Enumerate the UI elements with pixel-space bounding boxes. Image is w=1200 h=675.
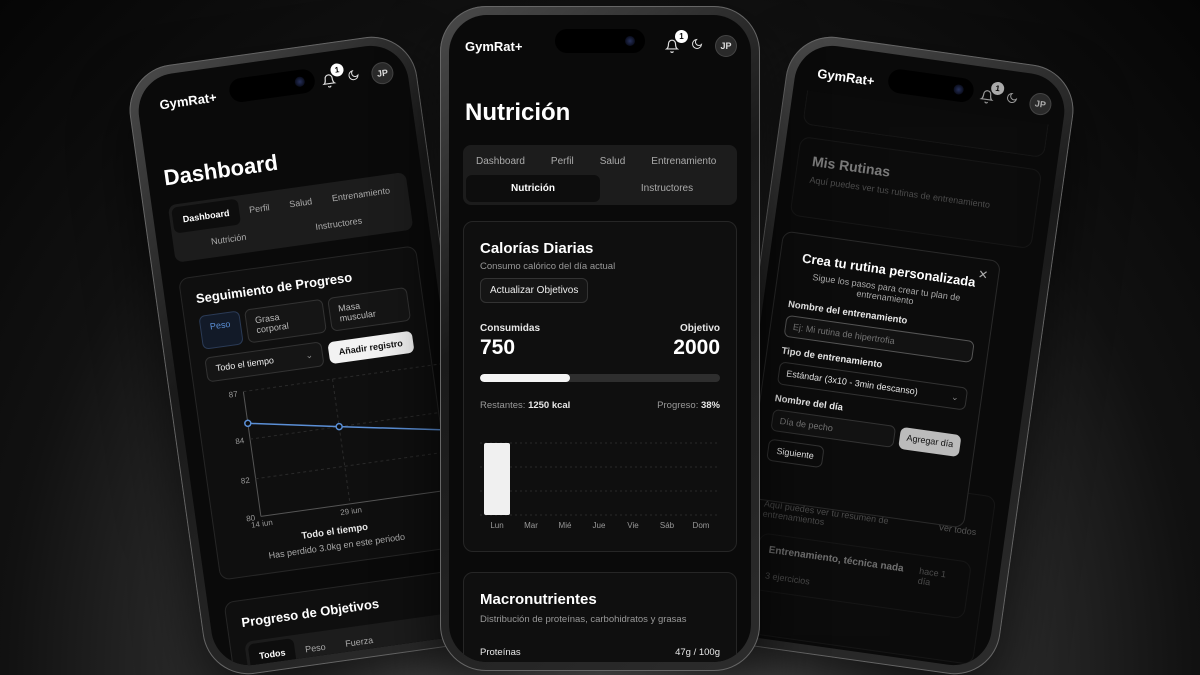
calories-subtitle: Consumo calórico del día actual	[480, 261, 616, 272]
tab-salud[interactable]: Salud	[584, 148, 636, 175]
day-label-mar: Mar	[524, 521, 538, 530]
bell-icon[interactable]: 1	[664, 30, 688, 53]
left-screen: GymRat+ 1 JP Dashboard Dashboard Perfil …	[133, 40, 487, 671]
avatar[interactable]: JP	[715, 35, 737, 57]
chart-point	[335, 422, 343, 431]
y-tick-82: 82	[240, 476, 251, 486]
progress-label: Progreso:	[657, 400, 699, 411]
right-screen: GymRat+ 1 JP Mis Rutinas Aquí puedes ver…	[716, 40, 1070, 671]
calorie-progress-fill	[480, 374, 570, 382]
day-label-jue: Jue	[593, 521, 606, 530]
calories-card: Calorías Diarias Consumo calórico del dí…	[463, 221, 737, 552]
moon-icon[interactable]	[347, 67, 361, 86]
tab-entrenamiento[interactable]: Entrenamiento	[635, 148, 726, 175]
consumed-label: Consumidas	[480, 323, 541, 334]
moon-icon[interactable]	[1005, 90, 1019, 109]
bell-icon[interactable]: 1	[321, 62, 345, 89]
add-record-button[interactable]: Añadir registro	[327, 330, 415, 364]
goal-value: 2000	[673, 336, 720, 359]
right-phone: GymRat+ 1 JP Mis Rutinas Aquí puedes ver…	[706, 30, 1080, 675]
history-item[interactable]: Entrenamiento, técnica nada hace 1 día 3…	[752, 532, 973, 620]
brand-logo[interactable]: GymRat+	[159, 89, 218, 112]
center-phone: GymRat+ 1 JP Nutrición Dashboard Perfil …	[440, 6, 760, 671]
metric-tab-masa[interactable]: Masa muscular	[326, 286, 412, 332]
day-label-dom: Dom	[693, 521, 710, 530]
stage: GymRat+ 1 JP Dashboard Dashboard Perfil …	[0, 0, 1200, 675]
metric-tab-grasa[interactable]: Grasa corporal	[243, 298, 327, 344]
metric-tab-peso[interactable]: Peso	[198, 310, 244, 350]
create-routine-dialog: ✕ Crea tu rutina personalizada Sigue los…	[745, 230, 1002, 529]
dynamic-island	[555, 29, 645, 53]
chevron-down-icon: ⌄	[950, 391, 960, 403]
progress-value: 38%	[700, 400, 720, 411]
macro-item-proteinas-value: 47g / 100g	[675, 647, 720, 658]
history-item-time: hace 1 día	[917, 565, 947, 588]
tab-nutricion[interactable]: Nutrición	[466, 175, 600, 202]
add-day-button[interactable]: Agregar día	[898, 426, 962, 458]
weight-chart: 87 84 82 80 14 jun 29 jun	[228, 362, 465, 530]
macros-title: Macronutrientes	[480, 591, 597, 608]
update-goals-button[interactable]: Actualizar Objetivos	[480, 278, 589, 303]
x-tick-14jun: 14 jun	[251, 518, 274, 530]
remaining-value: 1250 kcal	[528, 400, 571, 411]
period-select-value: Todo el tiempo	[215, 355, 275, 374]
moon-icon[interactable]	[691, 37, 703, 55]
page-title: Nutrición	[465, 99, 571, 126]
tab-perfil[interactable]: Perfil	[535, 148, 584, 175]
tab-instructores[interactable]: Instructores	[600, 175, 734, 202]
brand-logo[interactable]: GymRat+	[817, 65, 876, 88]
goals-tab-fuerza[interactable]: Fuerza	[334, 626, 385, 658]
bell-icon[interactable]: 1	[979, 81, 1006, 105]
y-tick-84: 84	[235, 436, 246, 446]
next-button[interactable]: Siguiente	[766, 438, 825, 469]
period-select[interactable]: Todo el tiempo ⌄	[204, 341, 325, 383]
calorie-progress-bar	[480, 374, 720, 382]
goals-card: Progreso de Objetivos Todos Peso Fuerza	[223, 569, 474, 671]
macros-subtitle: Distribución de proteínas, carbohidratos…	[480, 614, 687, 625]
avatar[interactable]: JP	[1028, 91, 1053, 117]
avatar[interactable]: JP	[369, 60, 395, 86]
macro-item-proteinas: Proteínas	[480, 647, 521, 658]
routines-card: Mis Rutinas Aquí puedes ver tus rutinas …	[789, 136, 1043, 250]
goal-label: Objetivo	[679, 323, 720, 334]
progress-card: Seguimiento de Progreso Peso Grasa corpo…	[178, 245, 465, 581]
remaining-label: Restantes:	[480, 400, 526, 411]
chart-point	[244, 419, 252, 428]
day-label-lun: Lun	[490, 521, 503, 530]
day-label-sab: Sáb	[660, 521, 675, 530]
goals-tab-peso[interactable]: Peso	[293, 632, 337, 663]
day-label-mie: Mié	[559, 521, 572, 530]
consumed-value: 750	[480, 336, 516, 359]
goals-tab-todos[interactable]: Todos	[247, 638, 298, 671]
center-screen: GymRat+ 1 JP Nutrición Dashboard Perfil …	[449, 15, 751, 662]
brand-logo[interactable]: GymRat+	[465, 39, 522, 54]
day-label-vie: Vie	[627, 521, 639, 530]
x-tick-29jun: 29 jun	[340, 505, 363, 517]
calories-title: Calorías Diarias	[480, 240, 594, 257]
close-icon[interactable]: ✕	[977, 267, 989, 282]
chevron-down-icon: ⌄	[304, 349, 314, 361]
y-tick-87: 87	[228, 389, 239, 399]
nav-tabs: Dashboard Perfil Salud Entrenamiento Nut…	[463, 145, 737, 205]
tab-dashboard[interactable]: Dashboard	[466, 148, 535, 175]
weekly-calories-chart: Lun Mar Mié Jue Vie Sáb Dom	[480, 442, 718, 530]
bar-lun	[484, 443, 510, 515]
macros-card: Macronutrientes Distribución de proteína…	[463, 572, 737, 662]
notification-badge: 1	[675, 30, 688, 43]
